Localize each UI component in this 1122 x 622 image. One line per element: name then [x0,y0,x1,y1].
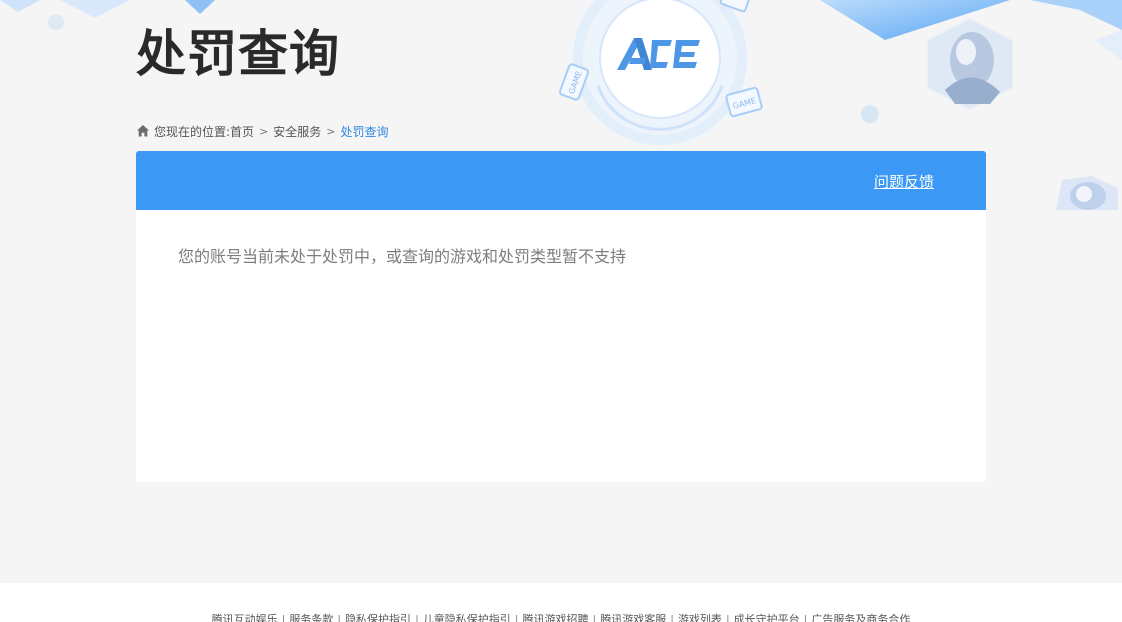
footer-links: 腾讯互动娱乐 | 服务条款 | 隐私保护指引 | 儿童隐私保护指引 | 腾讯游戏招聘 | 腾讯游戏客… [0,611,1122,622]
footer-divider: | [670,613,674,622]
footer-link-game-list[interactable]: 游戏列表 [678,613,722,622]
shard-shape [1030,0,1122,30]
bubble-shape [48,14,64,30]
footer-divider: | [281,613,286,622]
breadcrumb-separator: > [326,124,336,138]
game-card-icon [719,0,750,13]
panel-body: 您的账号当前未处于处罚中，或查询的游戏和处罚类型暂不支持 [136,210,986,304]
game-card-icon: GAME [558,63,590,101]
shard-shape [820,0,1010,40]
breadcrumb-current: 处罚查询 [340,124,389,139]
emblem-ring [596,85,724,131]
emblem-ring [599,0,721,119]
breadcrumb-separator: > [259,124,269,138]
breadcrumb-security-link[interactable]: 安全服务 [273,123,321,140]
feedback-link[interactable]: 问题反馈 [874,171,934,192]
breadcrumb: 您现在的位置: 首页 > 安全服务 > 处罚查询 [136,122,389,140]
result-panel: 问题反馈 您的账号当前未处于处罚中，或查询的游戏和处罚类型暂不支持 [136,151,986,482]
footer-divider: | [803,613,808,622]
shard-shape [185,0,215,14]
shard-shape [0,0,40,12]
footer-link-privacy[interactable]: 隐私保护指引 [345,613,411,622]
footer-link-ads-business[interactable]: 广告服务及商务合作 [811,613,910,622]
footer-divider: | [592,613,597,622]
footer-link-terms[interactable]: 服务条款 [289,613,333,622]
game-card-icon: GAME [725,86,763,118]
footer-divider: | [514,613,519,622]
footer-divider: | [415,613,419,622]
footer-link-customer-service[interactable]: 腾讯游戏客服 [600,613,666,622]
bubble-shape [861,105,879,123]
svg-text:GAME: GAME [732,96,757,111]
svg-text:GAME: GAME [567,70,584,95]
footer-link-careers[interactable]: 腾讯游戏招聘 [523,613,589,622]
footer-divider: | [725,613,730,622]
breadcrumb-home-link[interactable]: 首页 [230,123,254,140]
shard-shape [1095,30,1122,60]
footer: 腾讯互动娱乐 | 服务条款 | 隐私保护指引 | 儿童隐私保护指引 | 腾讯游戏招聘 | 腾讯游戏客… [0,583,1122,622]
footer-link-tencent-ieg[interactable]: 腾讯互动娱乐 [212,613,278,622]
ace-logo-icon [617,38,700,70]
footer-link-child-privacy[interactable]: 儿童隐私保护指引 [423,613,511,622]
footer-divider: | [337,613,342,622]
breadcrumb-prefix: 您现在的位置: [154,124,231,139]
page: GAME GAME 处罚查询 您现在的位置: 首页 > 安全服务 > 处罚查询 [0,0,1122,622]
page-title: 处罚查询 [136,25,340,83]
footer-link-growth-guard[interactable]: 成长守护平台 [734,613,800,622]
status-message: 您的账号当前未处于处罚中，或查询的游戏和处罚类型暂不支持 [178,247,627,266]
emblem-glow [560,0,760,158]
emblem-ring [573,0,747,145]
shard-shape [60,0,130,18]
panel-header: 问题反馈 [136,151,986,210]
home-icon [137,125,149,137]
character-portrait-icon [1056,176,1118,210]
character-portrait-icon [926,16,1014,112]
